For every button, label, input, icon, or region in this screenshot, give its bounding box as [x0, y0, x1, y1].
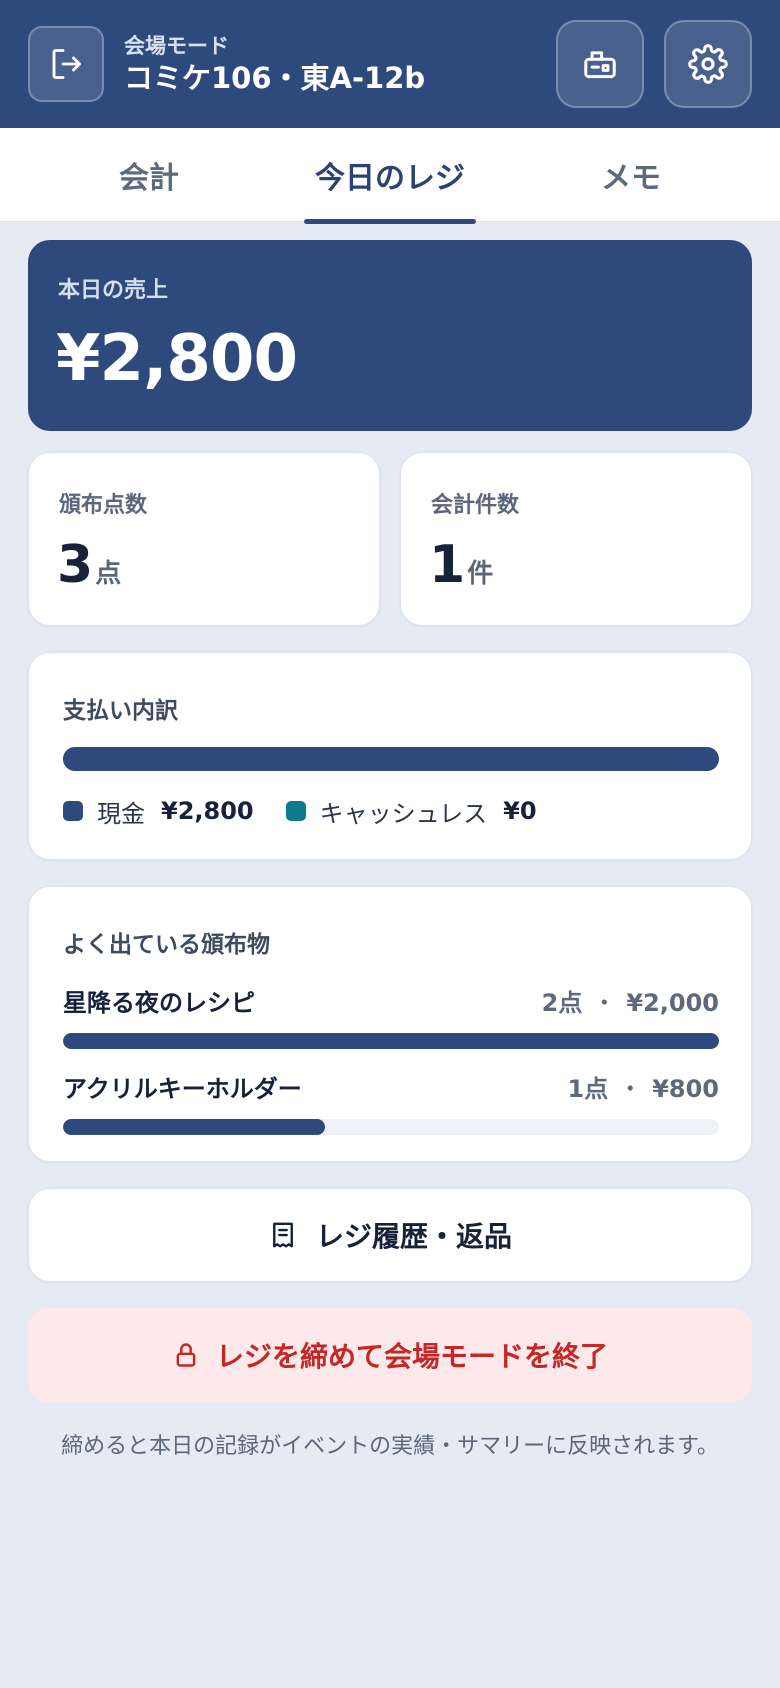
item-name: アクリルキーホルダー [63, 1074, 302, 1103]
sales-summary-card: 本日の売上 ¥2,800 [28, 240, 752, 431]
register-icon [584, 51, 616, 79]
cash-value: ¥2,800 [161, 797, 254, 825]
items-distributed-number: 3 [57, 535, 94, 595]
cashless-label: キャッシュレス [319, 799, 488, 828]
item-share-fill [63, 1119, 326, 1135]
event-name: コミケ106・東A-12b [124, 61, 426, 95]
tab-checkout[interactable]: 会計 [39, 128, 259, 222]
item-share-bar [63, 1033, 719, 1049]
sales-value: ¥2,800 [56, 322, 298, 396]
sales-label: 本日の売上 [58, 278, 169, 303]
register-button[interactable] [556, 20, 644, 108]
close-register-button[interactable]: レジを締めて会場モードを終了 [28, 1308, 752, 1402]
receipt-icon [273, 1222, 293, 1248]
cash-label: 現金 [97, 799, 145, 828]
tab-memo[interactable]: メモ [521, 128, 741, 222]
item-stats: 1点・ ¥800 [567, 1074, 720, 1103]
header-title-block: 会場モード コミケ106・東A-12b [124, 34, 425, 96]
register-history-button[interactable]: レジ履歴・返品 [28, 1188, 752, 1282]
cashless-swatch [285, 801, 306, 821]
payment-breakdown-title: 支払い内訳 [63, 698, 178, 724]
cashless-value: ¥0 [503, 797, 537, 825]
items-distributed-value: 3 点 [57, 535, 121, 595]
item-count: 2点 [541, 988, 583, 1017]
payment-legend: 現金 ¥2,800 キャッシュレス ¥0 [63, 793, 569, 829]
list-item: アクリルキーホルダー 1点・ ¥800 [63, 1069, 719, 1135]
items-distributed-unit: 点 [95, 559, 122, 589]
list-item: 星降る夜のレシピ 2点・ ¥2,000 [63, 983, 719, 1049]
mode-label: 会場モード [124, 34, 229, 58]
close-register-label: レジを締めて会場モードを終了 [215, 1340, 608, 1373]
item-amount: ¥800 [652, 1074, 719, 1103]
transactions-label: 会計件数 [431, 493, 520, 518]
payment-ratio-bar [63, 747, 719, 771]
active-tab-indicator [304, 219, 476, 224]
exit-button[interactable] [28, 26, 104, 102]
lock-icon [176, 1343, 196, 1367]
transactions-unit: 件 [467, 559, 494, 589]
top-items-title: よく出ている頒布物 [63, 932, 270, 958]
settings-button[interactable] [664, 20, 752, 108]
cash-swatch [63, 801, 83, 821]
items-distributed-card: 頒布点数 3 点 [28, 452, 380, 626]
items-distributed-label: 頒布点数 [59, 493, 148, 518]
item-share-fill [63, 1033, 719, 1049]
tab-bar: 会計 今日のレジ メモ [0, 128, 780, 224]
tab-today-register[interactable]: 今日のレジ [280, 128, 500, 222]
transactions-value: 1 件 [429, 535, 493, 595]
item-name: 星降る夜のレシピ [63, 988, 255, 1017]
transactions-number: 1 [429, 535, 466, 595]
register-history-label: レジ履歴・返品 [315, 1220, 512, 1253]
cash-ratio-fill [63, 747, 719, 771]
item-count: 1点 [567, 1074, 609, 1103]
exit-icon [52, 49, 81, 79]
payment-breakdown-card: 支払い内訳 現金 ¥2,800 キャッシュレス ¥0 [28, 652, 752, 860]
top-items-card: よく出ている頒布物 星降る夜のレシピ 2点・ ¥2,000 アクリルキーホルダー … [28, 886, 752, 1162]
item-amount: ¥2,000 [626, 988, 719, 1017]
item-stats: 2点・ ¥2,000 [541, 988, 719, 1017]
app-header: 会場モード コミケ106・東A-12b [0, 0, 780, 128]
item-share-bar [63, 1119, 719, 1135]
transactions-card: 会計件数 1 件 [400, 452, 752, 626]
footnote: 締めると本日の記録がイベントの実績・サマリーに反映されます。 [61, 1434, 719, 1459]
gear-icon [688, 44, 728, 84]
